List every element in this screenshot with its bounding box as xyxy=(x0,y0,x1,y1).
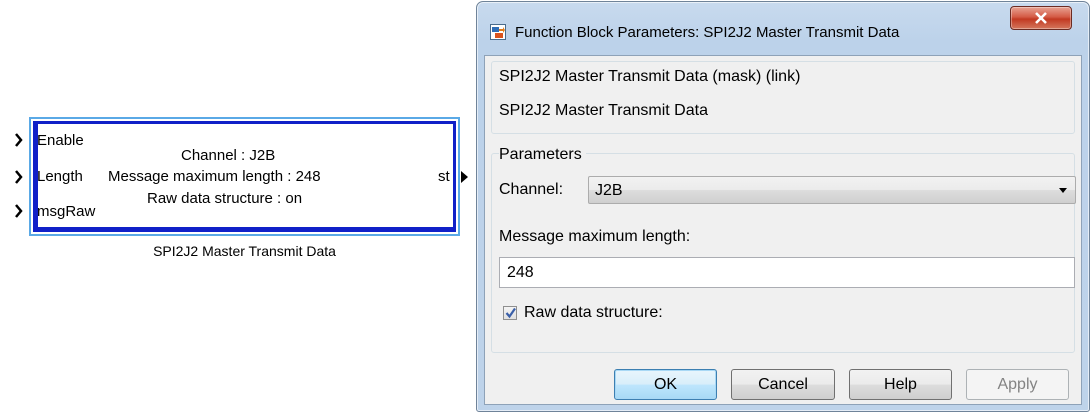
simulink-block-icon xyxy=(490,24,506,40)
checkmark-icon xyxy=(505,307,516,319)
block-info-max-length: Message maximum length : 248 xyxy=(108,168,321,185)
dialog-title: Function Block Parameters: SPI2J2 Master… xyxy=(515,24,900,41)
function-block-parameters-dialog: Function Block Parameters: SPI2J2 Master… xyxy=(476,1,1090,412)
parameters-legend: Parameters xyxy=(499,146,586,164)
channel-label: Channel: xyxy=(499,181,564,198)
input-port-label-msgraw: msgRaw xyxy=(37,203,96,220)
input-port-label-length: Length xyxy=(37,168,83,185)
close-icon xyxy=(1035,12,1047,24)
cancel-button[interactable]: Cancel xyxy=(731,369,835,400)
raw-data-label: Raw data structure: xyxy=(524,304,663,321)
chevron-down-icon xyxy=(1059,188,1067,193)
input-port-enable-arrow[interactable] xyxy=(13,133,23,147)
dialog-titlebar[interactable]: Function Block Parameters: SPI2J2 Master… xyxy=(477,2,1089,50)
block-info-channel: Channel : J2B xyxy=(181,147,276,164)
output-port-st-arrow[interactable] xyxy=(459,170,469,184)
raw-data-checkbox[interactable] xyxy=(503,306,517,320)
apply-button: Apply xyxy=(966,369,1069,400)
description-title: SPI2J2 Master Transmit Data (mask) (link… xyxy=(499,68,801,85)
ok-button[interactable]: OK xyxy=(614,369,717,400)
description-text: SPI2J2 Master Transmit Data xyxy=(499,102,708,119)
channel-select-value: J2B xyxy=(595,182,623,199)
input-port-label-enable: Enable xyxy=(37,132,84,149)
block-caption: SPI2J2 Master Transmit Data xyxy=(153,243,336,259)
input-port-length-arrow[interactable] xyxy=(13,170,23,184)
help-button[interactable]: Help xyxy=(849,369,952,400)
canvas: Enable Length msgRaw st Channel : J2B Me… xyxy=(0,0,1092,413)
output-port-label-st: st xyxy=(438,168,450,185)
channel-select[interactable]: J2B xyxy=(588,176,1076,204)
max-length-input[interactable] xyxy=(499,257,1075,288)
close-button[interactable] xyxy=(1010,6,1072,30)
dialog-client-area: SPI2J2 Master Transmit Data (mask) (link… xyxy=(484,55,1082,405)
input-port-msgraw-arrow[interactable] xyxy=(13,204,23,218)
block-info-raw-data: Raw data structure : on xyxy=(147,190,303,207)
max-length-label: Message maximum length: xyxy=(499,228,691,245)
